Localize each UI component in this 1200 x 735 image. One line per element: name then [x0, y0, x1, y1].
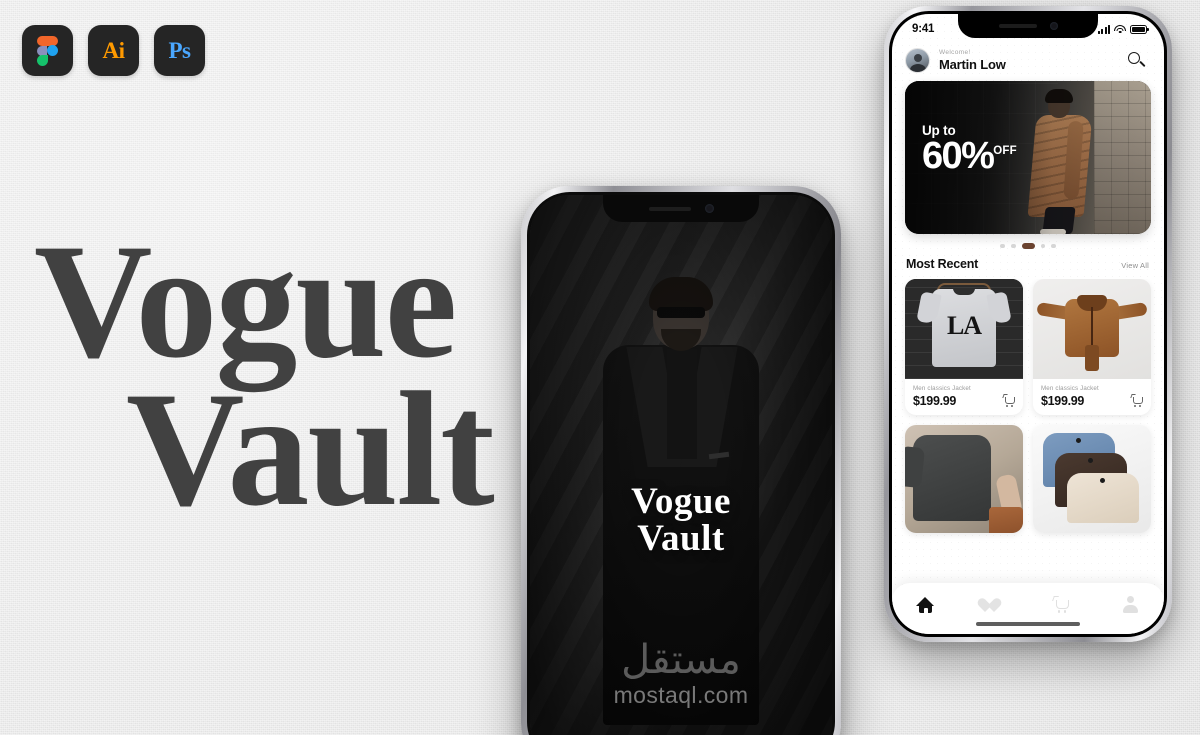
carousel-dots[interactable]: [892, 234, 1164, 255]
product-image-stacked-tshirts: [1033, 425, 1151, 533]
product-image-grey-tshirt-model: [905, 425, 1023, 533]
hero-banner[interactable]: Up to 60% OFF: [905, 81, 1151, 234]
product-name: Men classics Jacket: [1041, 385, 1099, 392]
product-price: $199.99: [913, 394, 957, 408]
hero-text: Up to 60% OFF: [922, 123, 1017, 177]
product-grid: LA Men classics Jacket $199.99 Men class…: [892, 279, 1164, 583]
search-icon[interactable]: [1127, 51, 1147, 71]
splash-title-line-2: Vault: [637, 518, 725, 559]
user-name: Martin Low: [939, 57, 1006, 72]
welcome-block: Welcome! Martin Low: [939, 49, 1118, 72]
nav-profile[interactable]: [1121, 595, 1140, 614]
product-card[interactable]: [905, 425, 1023, 533]
product-meta: Men classics Jacket $199.99: [905, 379, 1023, 415]
bottom-navigation: [892, 583, 1164, 620]
hero-banner-wrap: Up to 60% OFF: [892, 81, 1164, 234]
hero-discount-line: 60% OFF: [922, 135, 1017, 177]
splash-phone-mockup: Vogue Vault: [521, 186, 841, 735]
section-header: Most Recent View All: [892, 255, 1164, 279]
cart-icon[interactable]: [1130, 394, 1144, 407]
app-screen: 9:41 Welcome! Martin Low Up to 60% OFF M…: [892, 14, 1164, 634]
cellular-signal-icon: [1098, 24, 1110, 34]
earpiece-speaker-icon: [648, 206, 691, 211]
product-card[interactable]: [1033, 425, 1151, 533]
product-image-leather-jacket: [1033, 279, 1151, 379]
splash-screen: Vogue Vault: [530, 195, 832, 735]
earpiece-speaker-icon: [998, 24, 1037, 28]
welcome-text: Welcome!: [939, 49, 971, 56]
phone-notch: [603, 195, 759, 222]
hero-off-label: OFF: [993, 145, 1017, 157]
product-meta: Men classics Jacket $199.99: [1033, 379, 1151, 415]
cart-icon[interactable]: [1002, 394, 1016, 407]
view-all-link[interactable]: View All: [1121, 261, 1149, 270]
splash-title-line-1: Vogue: [631, 481, 731, 522]
splash-photo: [530, 195, 832, 735]
carousel-dot[interactable]: [1040, 243, 1046, 249]
figma-icon[interactable]: [22, 25, 73, 76]
app-icon-row: Ai Ps: [22, 25, 205, 76]
splash-title: Vogue Vault: [530, 483, 832, 557]
carousel-dot[interactable]: [1051, 243, 1056, 249]
wifi-icon: [1114, 24, 1126, 34]
product-image-la-tshirt: LA: [905, 279, 1023, 379]
illustrator-label: Ai: [102, 37, 126, 63]
photoshop-icon[interactable]: Ps: [154, 25, 205, 76]
carousel-dot[interactable]: [1000, 243, 1005, 249]
figma-logo-mark: [37, 35, 58, 66]
product-price: $199.99: [1041, 394, 1085, 408]
wordmark-line-1: Vogue: [34, 211, 457, 392]
app-phone-notch: [958, 14, 1098, 38]
home-indicator: [892, 620, 1164, 634]
app-header: Welcome! Martin Low: [892, 40, 1164, 81]
splash-phone-bezel: Vogue Vault: [527, 192, 835, 735]
brand-wordmark: Vogue Vault: [34, 211, 495, 540]
product-card[interactable]: Men classics Jacket $199.99: [1033, 279, 1151, 415]
app-phone-mockup: 9:41 Welcome! Martin Low Up to 60% OFF M…: [884, 6, 1172, 642]
nav-home[interactable]: [916, 595, 935, 614]
status-icons: [1098, 24, 1149, 34]
carousel-dot-active[interactable]: [1021, 243, 1035, 249]
front-camera-icon: [704, 204, 714, 213]
nav-cart[interactable]: [1051, 595, 1072, 614]
front-camera-icon: [1049, 22, 1058, 30]
app-phone-bezel: 9:41 Welcome! Martin Low Up to 60% OFF M…: [889, 11, 1167, 637]
section-title: Most Recent: [906, 257, 979, 271]
status-time: 9:41: [912, 23, 935, 35]
avatar[interactable]: [905, 48, 930, 73]
illustrator-icon[interactable]: Ai: [88, 25, 139, 76]
wordmark-line-2: Vault: [126, 358, 495, 540]
photoshop-label: Ps: [168, 37, 192, 63]
carousel-dot[interactable]: [1010, 243, 1016, 249]
hero-percent: 60%: [922, 135, 995, 177]
product-card[interactable]: LA Men classics Jacket $199.99: [905, 279, 1023, 415]
nav-favorites[interactable]: [975, 596, 1004, 615]
battery-icon: [1130, 24, 1149, 34]
product-name: Men classics Jacket: [913, 385, 971, 392]
